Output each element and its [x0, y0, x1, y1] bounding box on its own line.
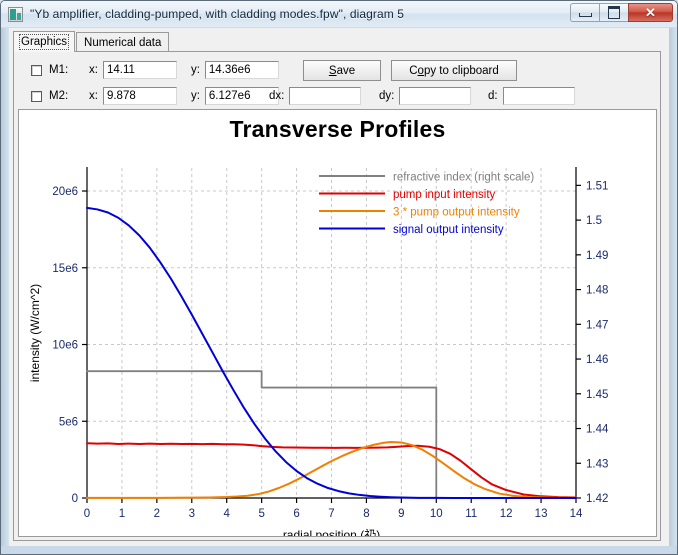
window-controls: ✕ — [570, 3, 673, 22]
y-axis-tick-label: 20e6 — [52, 186, 78, 198]
x-axis-tick-label: 11 — [465, 508, 477, 520]
dy-label: dy: — [379, 90, 394, 102]
copy-to-clipboard-button[interactable]: Copy to clipboard — [391, 60, 517, 81]
marker-row-m2: M2: x: 9.878 y: 6.127e6 — [14, 85, 279, 107]
legend-label-2: 3 * pump output intensity — [393, 207, 520, 219]
y2-axis-tick-label: 1.46 — [586, 354, 608, 366]
x-axis-tick-label: 7 — [328, 508, 334, 520]
legend-label-1: pump input intensity — [393, 189, 496, 201]
close-icon: ✕ — [629, 4, 672, 21]
copy-button-label: Copy to clipboard — [409, 65, 499, 77]
y-axis-tick-label: 10e6 — [52, 340, 78, 352]
m2-x-label: x: — [89, 90, 98, 102]
tab-panel-graphics: M1: x: 14.11 y: 14.36e6 M2: x: 9.878 y: … — [13, 51, 661, 541]
legend-label-3: signal output intensity — [393, 224, 504, 236]
m1-checkbox[interactable] — [31, 65, 42, 76]
x-axis-tick-label: 10 — [430, 508, 443, 520]
y2-axis-tick-label: 1.43 — [586, 458, 608, 470]
x-axis-label: radial position (礽) — [283, 528, 380, 536]
transverse-profiles-chart[interactable]: 0 5e6 10e6 15e6 20e6 1.42 1.43 1.44 1.45 1.46 1.47… — [19, 110, 656, 536]
d-input[interactable] — [503, 87, 575, 105]
chart-title: Transverse Profiles — [19, 116, 656, 143]
m2-checkbox[interactable] — [31, 91, 42, 102]
x-axis-tick-label: 6 — [293, 508, 299, 520]
m1-y-input[interactable]: 14.36e6 — [205, 61, 279, 79]
m2-x-input[interactable]: 9.878 — [103, 87, 177, 105]
x-axis-tick-label: 2 — [154, 508, 160, 520]
x-axis-tick-label: 9 — [398, 508, 404, 520]
y-axis-label: intensity (W/cm^2) — [28, 284, 42, 382]
d-label: d: — [488, 90, 498, 102]
m1-y-label: y: — [191, 64, 200, 76]
x-axis-tick-label: 5 — [258, 508, 264, 520]
left-frame-edge — [1, 28, 9, 546]
dy-group: dy: — [379, 87, 471, 105]
window-title: "Yb amplifier, cladding-pumped, with cla… — [30, 7, 404, 21]
m2-y-input[interactable]: 6.127e6 — [205, 87, 279, 105]
application-icon — [8, 7, 23, 22]
minimize-icon — [571, 4, 599, 21]
y2-axis-tick-label: 1.45 — [586, 389, 608, 401]
x-axis-tick-label: 14 — [570, 508, 583, 520]
y2-axis-tick-label: 1.42 — [586, 493, 608, 505]
save-button[interactable]: Save — [303, 60, 381, 81]
m1-x-label: x: — [89, 64, 98, 76]
dx-input[interactable] — [289, 87, 361, 105]
plot-panel[interactable]: Transverse Profiles 0 5e6 10e6 15e6 20e6 1.42… — [18, 109, 657, 537]
y-axis-tick-label: 0 — [72, 493, 78, 505]
tab-graphics-label: Graphics — [21, 36, 67, 48]
y2-axis-tick-label: 1.49 — [586, 250, 608, 262]
marker-row-m1: M1: x: 14.11 y: 14.36e6 — [14, 59, 279, 81]
y-axis-tick-label: 15e6 — [52, 263, 78, 275]
save-button-label: Save — [329, 65, 355, 77]
y2-axis-tick-label: 1.48 — [586, 285, 608, 297]
y2-axis-tick-label: 1.51 — [586, 180, 608, 192]
x-axis-tick-label: 12 — [500, 508, 513, 520]
y2-axis-tick-label: 1.44 — [586, 424, 609, 436]
m2-label: M2: — [49, 90, 75, 102]
application-window: "Yb amplifier, cladding-pumped, with cla… — [0, 0, 678, 555]
x-axis-tick-label: 3 — [189, 508, 195, 520]
maximize-icon — [600, 4, 628, 21]
m1-x-input[interactable]: 14.11 — [103, 61, 177, 79]
y2-axis-tick-label: 1.5 — [586, 215, 602, 227]
x-axis-tick-label: 13 — [535, 508, 548, 520]
dy-input[interactable] — [399, 87, 471, 105]
close-button[interactable]: ✕ — [628, 3, 673, 22]
y2-axis-tick-label: 1.47 — [586, 319, 608, 331]
dx-group: dx: — [269, 87, 361, 105]
legend-label-0: refractive index (right scale) — [393, 172, 534, 184]
m1-label: M1: — [49, 64, 75, 76]
client-area: Graphics Numerical data M1: x: 14.11 y: … — [9, 28, 669, 546]
d-group: d: — [488, 87, 575, 105]
dx-label: dx: — [269, 90, 284, 102]
title-bar[interactable]: "Yb amplifier, cladding-pumped, with cla… — [1, 1, 677, 27]
tab-strip: Graphics Numerical data — [13, 31, 170, 52]
right-frame-edge — [669, 28, 677, 546]
status-bar — [1, 547, 677, 554]
marker-controls: M1: x: 14.11 y: 14.36e6 M2: x: 9.878 y: … — [14, 52, 660, 108]
tab-graphics[interactable]: Graphics — [13, 31, 75, 52]
x-axis-tick-label: 0 — [84, 508, 90, 520]
x-axis-tick-label: 8 — [363, 508, 369, 520]
maximize-button[interactable] — [599, 3, 628, 22]
x-axis-tick-label: 4 — [224, 508, 231, 520]
series-line-3 — [87, 208, 576, 498]
minimize-button[interactable] — [570, 3, 599, 22]
x-axis-tick-label: 1 — [119, 508, 125, 520]
tab-numerical-data-label: Numerical data — [84, 37, 161, 49]
tab-numerical-data[interactable]: Numerical data — [76, 32, 169, 52]
m2-y-label: y: — [191, 90, 200, 102]
y-axis-tick-label: 5e6 — [59, 416, 78, 428]
